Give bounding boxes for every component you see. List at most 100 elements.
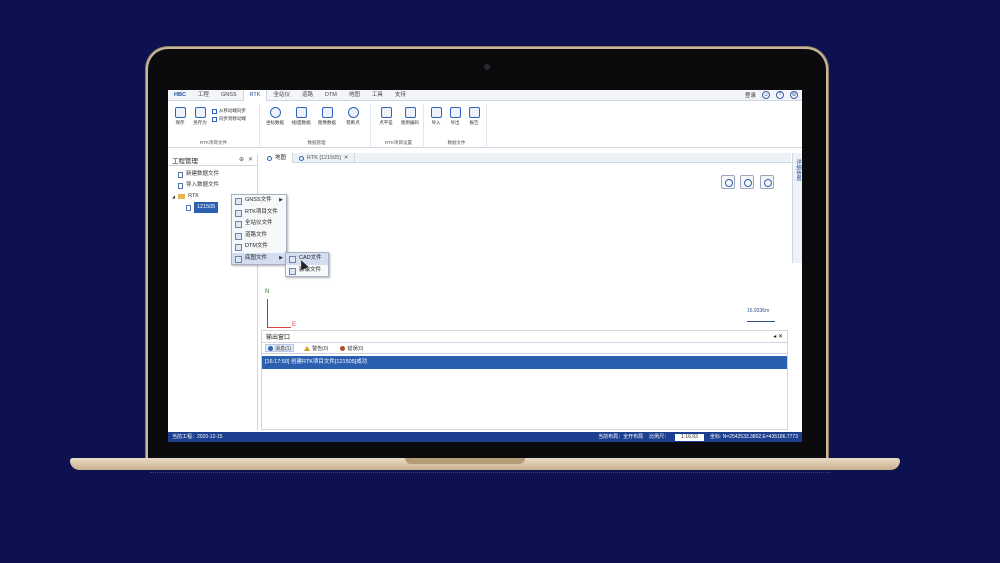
point-adjust-button[interactable]: 点平差	[374, 107, 398, 126]
zoom-out-icon[interactable]	[721, 175, 735, 189]
doc-tab-label: RTK [121505]	[307, 155, 341, 161]
east-label: E	[292, 322, 297, 328]
export-icon	[449, 107, 461, 118]
close-icon[interactable]: ✕	[248, 156, 253, 163]
zoom-extent-icon[interactable]	[760, 175, 774, 189]
group-label: RTK项目文件	[200, 140, 227, 145]
import-button[interactable]: 导入	[427, 107, 445, 126]
menu-item-label: GNSS文件	[245, 197, 272, 203]
tree-item-new-data-file[interactable]: 新建数据文件	[172, 169, 253, 180]
expand-arrow-icon[interactable]: ◢	[172, 191, 175, 202]
help-icon[interactable]: ?	[776, 91, 784, 99]
legend-code-button[interactable]: 图例编码	[398, 107, 422, 126]
coordinate-data-button[interactable]: 坐标数据	[263, 107, 287, 126]
tab-road[interactable]: 道路	[296, 90, 319, 101]
group-label: 数据文件	[447, 140, 466, 145]
status-right: 当前布局：全开布局 比例尺： 1:16.93 坐标: N=2542533.380…	[598, 432, 798, 442]
user-icon[interactable]: ☺	[762, 91, 770, 99]
panel-title: 工程管理	[172, 157, 198, 165]
output-window: 输出窗口 ◂ ✕ 消息(1) 警告(0) 错误(0) [16:17:50] 创建…	[261, 330, 788, 430]
menu-item-label: DTM文件	[245, 243, 268, 249]
scale-select[interactable]: 1:16.93	[675, 433, 704, 441]
error-icon	[340, 345, 346, 351]
current-project: 当前工程：2020-12-15	[172, 434, 223, 440]
panel-tools: ⊕ ✕	[239, 156, 253, 163]
group-label: RTK项目设置	[385, 140, 412, 145]
report-button[interactable]: 报告	[465, 107, 483, 126]
report-label: 报告	[469, 120, 479, 125]
ribbon-group-data-files: 导入 导出 报告 数据文件	[427, 104, 487, 146]
tab-map[interactable]: 地图	[343, 90, 366, 101]
info-icon	[268, 345, 273, 351]
export-button[interactable]: 导出	[446, 107, 464, 126]
line-area-data-button[interactable]: 线/面数据	[289, 107, 313, 126]
log-line[interactable]: [16:17:50] 创建RTK项目文件[121505]成功	[262, 356, 787, 369]
menu-item-basemap-file[interactable]: 底图文件 ▶	[232, 252, 286, 264]
save-as-button[interactable]: 另存为	[188, 107, 212, 126]
break-point-button[interactable]: 错断点	[341, 107, 365, 126]
scale-bar	[747, 321, 775, 322]
tree-item-import-data-file[interactable]: 导入数据文件	[172, 180, 253, 191]
point-adjust-label: 点平差	[379, 120, 393, 125]
menu-item-gnss-file[interactable]: GNSS文件 ▶	[232, 195, 286, 207]
sync-from-mobile-label: 从移动端同步	[219, 108, 246, 113]
tab-label: 消息(1)	[275, 345, 292, 352]
doc-tab-rtk[interactable]: RTK [121505] ✕	[293, 153, 356, 163]
break-point-icon	[347, 107, 359, 118]
legend-icon	[404, 107, 416, 118]
menu-tab-bar: HBC 工程 GNSS RTK 全站仪 道路 DTM 地图 工具 支持 登录 ☺…	[168, 90, 802, 101]
laptop-notch	[405, 458, 525, 464]
ribbon-group-rtk-settings: 点平差 图例编码 RTK项目设置	[374, 104, 424, 146]
tab-project[interactable]: 工程	[192, 90, 215, 101]
submenu-arrow-icon: ▶	[279, 197, 283, 203]
menu-item-total-station-file[interactable]: 全站仪文件	[232, 218, 286, 230]
globe-icon	[299, 155, 305, 161]
login-link[interactable]: 登录	[745, 91, 756, 99]
tree-item-label: 121505	[194, 202, 219, 213]
settings-icon[interactable]: ⚙	[790, 91, 798, 99]
north-axis	[267, 299, 268, 327]
globe-icon	[269, 107, 281, 118]
doc-tab-map[interactable]: 地图	[261, 153, 294, 163]
file-icon	[178, 171, 183, 178]
image-icon	[321, 107, 333, 118]
tab-gnss[interactable]: GNSS	[215, 90, 243, 101]
document-tabs: 地图 RTK [121505] ✕	[261, 153, 791, 163]
save-icon	[174, 107, 186, 118]
menu-item-label: RTK项目文件	[245, 208, 278, 215]
menu-item-road-file[interactable]: 道路文件	[232, 230, 286, 242]
menu-item-rtk-project-file[interactable]: RTK项目文件	[232, 207, 286, 219]
import-label: 导入	[431, 120, 441, 125]
tab-label: 警告(0)	[312, 345, 329, 352]
scale-text: 16.9336m	[747, 308, 770, 314]
tab-dtm[interactable]: DTM	[319, 90, 343, 101]
report-icon	[468, 107, 480, 118]
export-label: 导出	[450, 120, 460, 125]
header-right: 登录 ☺ ? ⚙	[745, 91, 798, 99]
zoom-in-icon[interactable]	[740, 175, 754, 189]
details-side-tab[interactable]: 详细信息	[792, 153, 802, 263]
image-data-button[interactable]: 图像数据	[315, 107, 339, 126]
sync-from-mobile-button[interactable]: 从移动端同步	[212, 108, 246, 114]
sync-to-mobile-button[interactable]: 同步到移动端	[212, 116, 246, 122]
tab-errors[interactable]: 错误(0)	[338, 344, 365, 352]
pin-close-icon[interactable]: ◂ ✕	[773, 333, 783, 340]
close-icon[interactable]: ✕	[344, 153, 349, 163]
tab-total-station[interactable]: 全站仪	[267, 90, 296, 101]
line-area-data-label: 线/面数据	[291, 120, 311, 125]
menu-item-dtm-file[interactable]: DTM文件	[232, 241, 286, 253]
scale-label: 比例尺：	[649, 434, 670, 440]
tab-messages[interactable]: 消息(1)	[265, 344, 295, 352]
save-label: 保存	[175, 120, 185, 125]
map-canvas[interactable]: N E 16.9336m	[261, 164, 791, 328]
tab-rtk[interactable]: RTK	[242, 90, 268, 101]
menu-item-label: 道路文件	[245, 231, 268, 238]
tab-warnings[interactable]: 警告(0)	[302, 344, 330, 352]
file-icon	[186, 204, 191, 211]
east-axis	[267, 327, 291, 328]
tab-support[interactable]: 支持	[389, 90, 412, 101]
pin-icon[interactable]: ⊕	[239, 156, 244, 163]
tab-tools[interactable]: 工具	[366, 90, 389, 101]
brand-logo: HBC	[174, 91, 186, 98]
file-icon	[178, 182, 183, 189]
